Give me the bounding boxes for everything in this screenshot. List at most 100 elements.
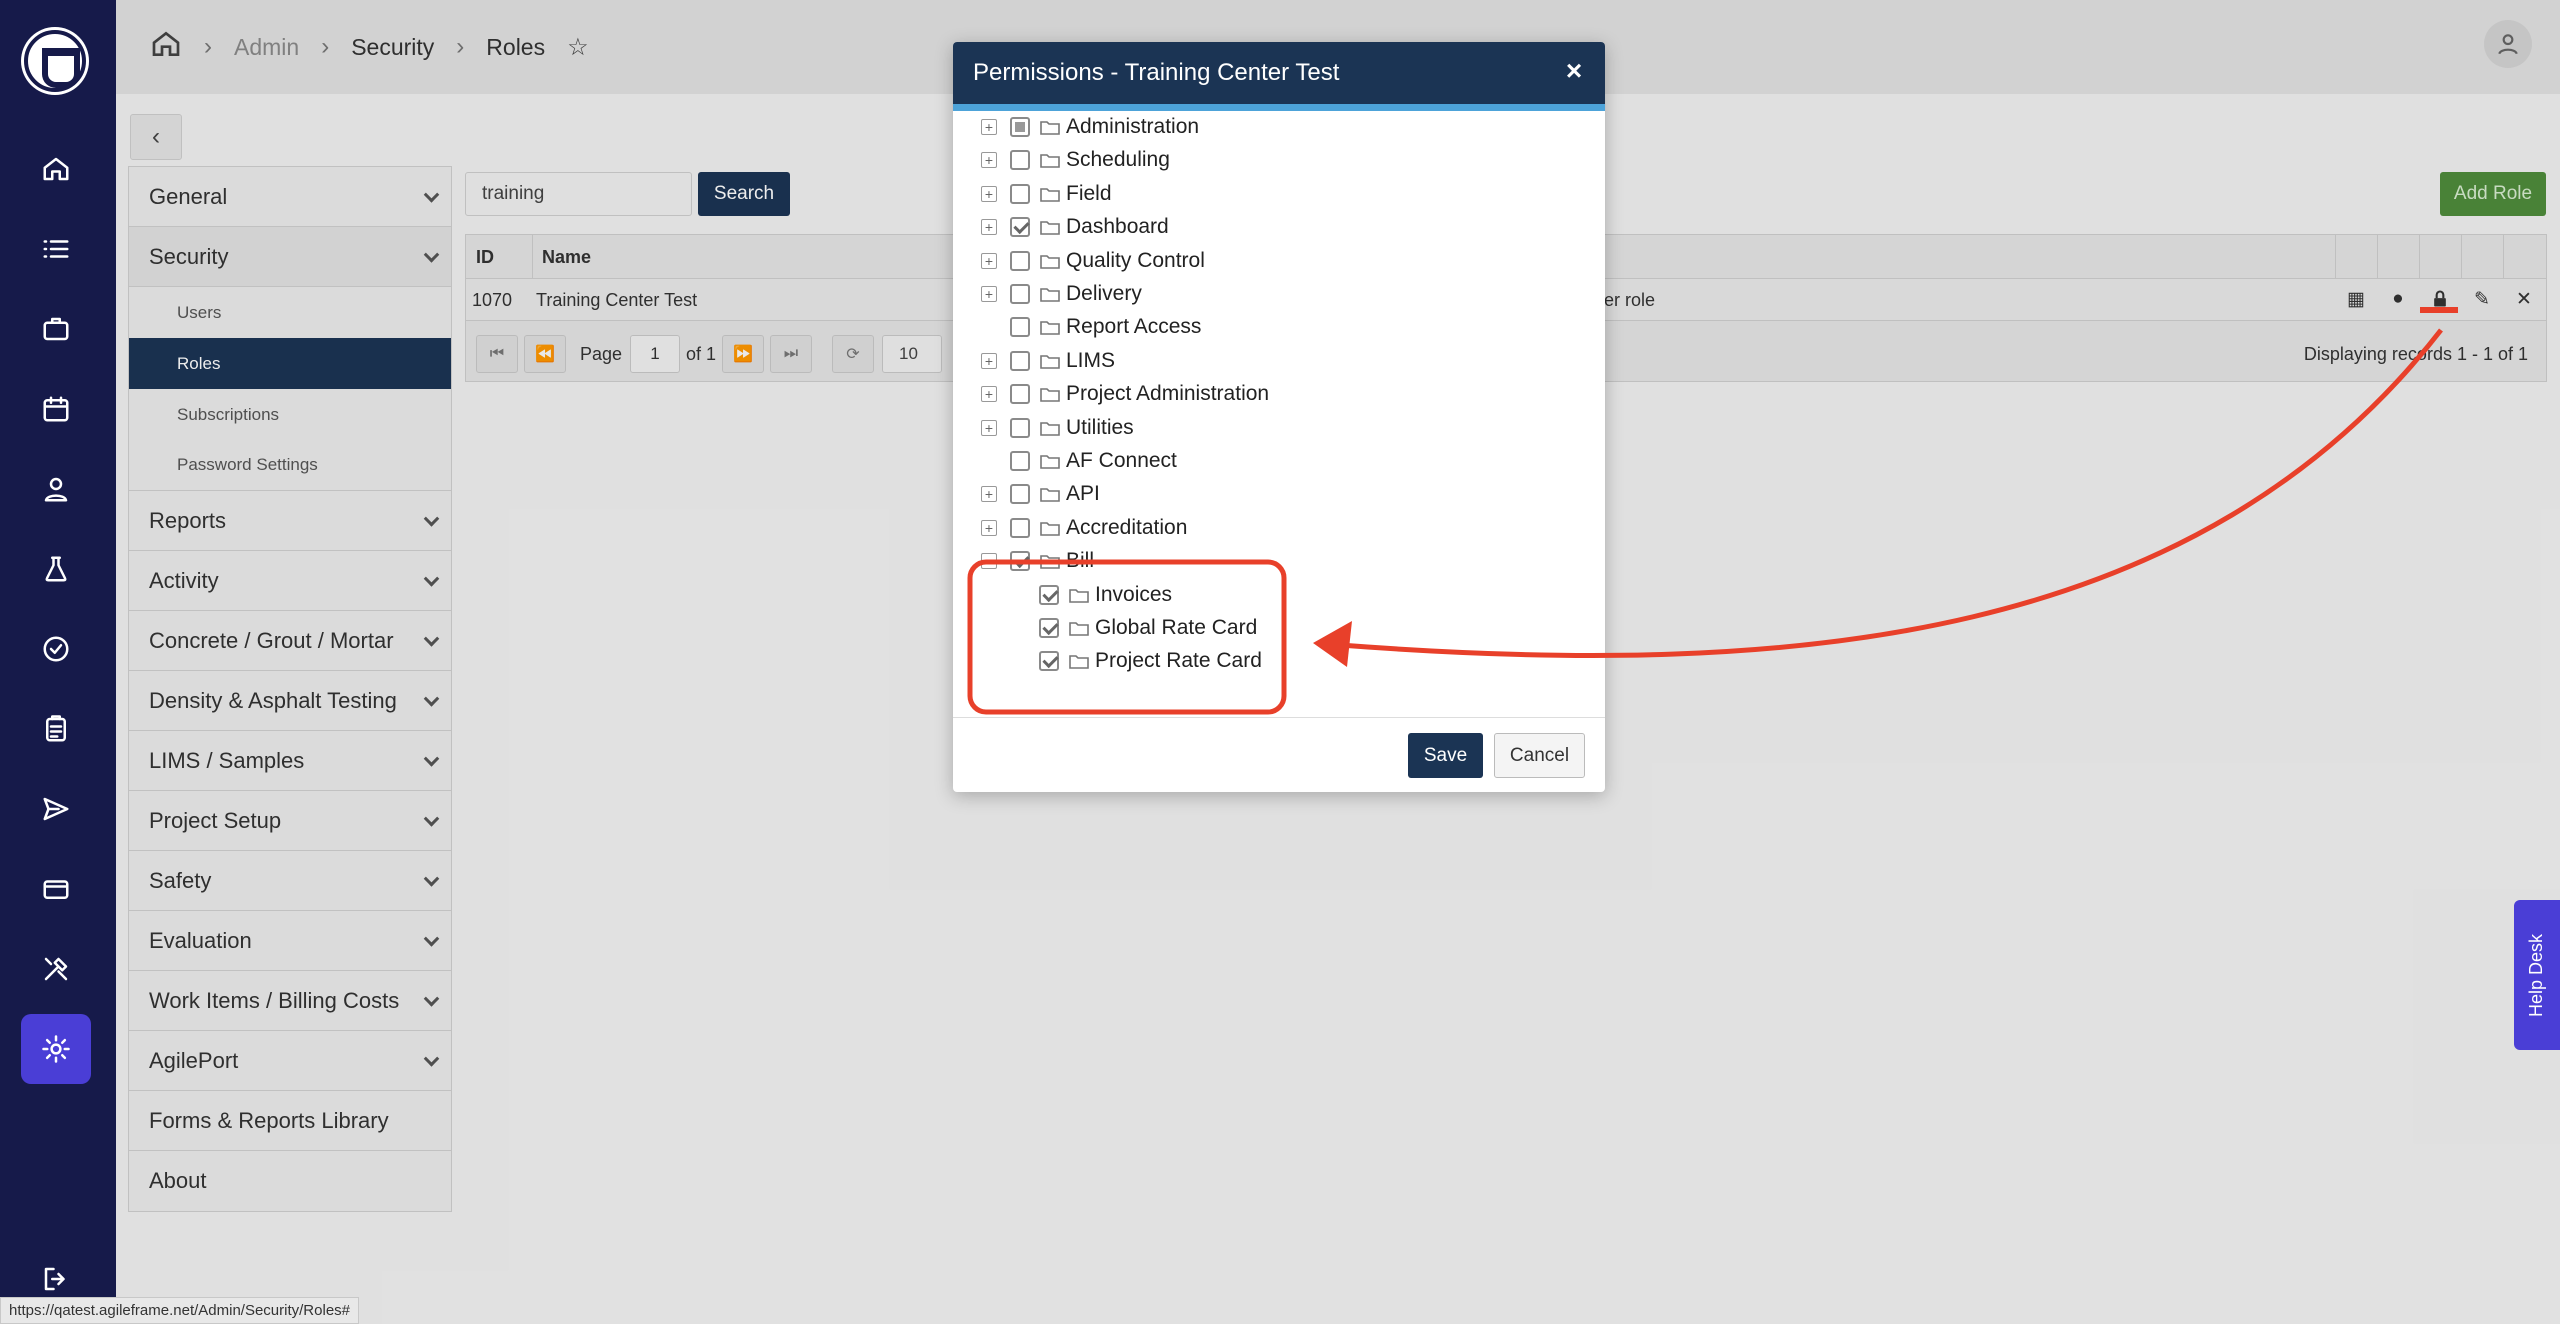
permission-checkbox[interactable] (1010, 417, 1030, 438)
permission-checkbox[interactable] (1039, 651, 1059, 672)
folder-icon (1040, 520, 1060, 536)
permission-label[interactable]: Field (1066, 182, 1112, 206)
folder-icon (1040, 420, 1060, 436)
permission-label[interactable]: Project Rate Card (1095, 649, 1262, 673)
permission-checkbox[interactable] (1010, 284, 1030, 304)
folder-icon (1040, 553, 1060, 569)
permission-label[interactable]: Utilities (1066, 416, 1134, 440)
list-icon[interactable] (21, 214, 91, 284)
flask-icon[interactable] (21, 534, 91, 604)
folder-icon (1040, 386, 1060, 402)
expand-icon[interactable]: + (981, 252, 997, 269)
permission-checkbox[interactable] (1010, 517, 1030, 538)
permissions-modal: Permissions - Training Center Test × + Ad… (953, 42, 1605, 792)
permission-node[interactable]: Global Rate Card (953, 612, 1605, 645)
expand-icon[interactable]: + (981, 386, 997, 403)
folder-icon (1040, 353, 1060, 369)
expand-icon[interactable]: + (981, 352, 997, 369)
permission-label[interactable]: LIMS (1066, 349, 1115, 373)
permission-node[interactable]: AF Connect (953, 445, 1605, 478)
permission-node[interactable]: + Quality Control (953, 245, 1605, 278)
folder-icon (1069, 653, 1089, 670)
permission-node[interactable]: Invoices (953, 579, 1605, 612)
expand-icon[interactable]: + (981, 286, 997, 302)
folder-icon (1040, 253, 1060, 269)
expand-icon[interactable]: + (981, 119, 997, 135)
credit-card-icon[interactable] (21, 854, 91, 924)
briefcase-icon[interactable] (21, 294, 91, 364)
permission-label[interactable]: Global Rate Card (1095, 616, 1257, 640)
app-logo[interactable] (24, 30, 86, 92)
permission-node[interactable]: + Dashboard (953, 211, 1605, 244)
status-bar-url: https://qatest.agileframe.net/Admin/Secu… (0, 1297, 360, 1324)
permission-label[interactable]: Report Access (1066, 315, 1201, 339)
permission-checkbox[interactable] (1039, 584, 1059, 605)
permission-label[interactable]: Delivery (1066, 282, 1142, 306)
help-desk-tab[interactable]: Help Desk (2514, 900, 2560, 1050)
permission-node[interactable]: + Delivery (953, 278, 1605, 311)
check-badge-icon[interactable] (21, 614, 91, 684)
expand-icon[interactable]: + (981, 152, 997, 169)
permission-checkbox[interactable] (1010, 350, 1030, 371)
permission-node[interactable]: + Administration (953, 111, 1605, 144)
permission-label[interactable]: Bill (1066, 549, 1094, 573)
permission-node[interactable]: + Accreditation (953, 512, 1605, 545)
permission-label[interactable]: Dashboard (1066, 215, 1169, 239)
permission-node[interactable]: + Field (953, 178, 1605, 211)
calendar-icon[interactable] (21, 374, 91, 444)
folder-icon (1040, 186, 1060, 202)
expand-icon[interactable]: + (981, 519, 997, 536)
permission-label[interactable]: API (1066, 482, 1100, 506)
permission-checkbox[interactable] (1010, 451, 1030, 471)
icon-rail (0, 0, 116, 1324)
tools-icon[interactable] (21, 934, 91, 1004)
expand-icon[interactable]: + (981, 419, 997, 436)
modal-title: Permissions - Training Center Test (973, 59, 1340, 86)
permission-checkbox[interactable] (1010, 551, 1030, 572)
modal-divider (953, 717, 1605, 718)
permission-checkbox[interactable] (1010, 183, 1030, 204)
close-icon[interactable]: × (1561, 57, 1587, 85)
permission-checkbox[interactable] (1010, 150, 1030, 171)
permission-node[interactable]: Project Rate Card (953, 645, 1605, 678)
permission-checkbox[interactable] (1010, 484, 1030, 505)
permission-label[interactable]: Administration (1066, 115, 1199, 139)
folder-icon (1040, 453, 1060, 469)
permission-node[interactable]: Report Access (953, 311, 1605, 344)
permission-label[interactable]: Quality Control (1066, 249, 1205, 273)
permission-node[interactable]: + Scheduling (953, 144, 1605, 177)
clipboard-icon[interactable] (21, 694, 91, 764)
permission-checkbox[interactable] (1010, 117, 1030, 137)
permission-node[interactable]: + Project Administration (953, 378, 1605, 411)
permission-checkbox[interactable] (1039, 618, 1059, 638)
send-icon[interactable] (21, 774, 91, 844)
permission-label[interactable]: Accreditation (1066, 516, 1187, 540)
folder-icon (1040, 286, 1060, 302)
permission-node[interactable]: + LIMS (953, 345, 1605, 378)
permission-checkbox[interactable] (1010, 250, 1030, 271)
expand-icon[interactable]: + (981, 185, 997, 202)
permission-checkbox[interactable] (1010, 384, 1030, 405)
expand-icon[interactable]: + (981, 486, 997, 503)
expand-icon[interactable]: + (981, 219, 997, 236)
permission-label[interactable]: Project Administration (1066, 382, 1269, 406)
permission-node[interactable]: − Bill (953, 545, 1605, 578)
home-icon[interactable] (21, 134, 91, 204)
permission-label[interactable]: Scheduling (1066, 148, 1170, 172)
cancel-button[interactable]: Cancel (1494, 733, 1585, 778)
help-desk-label: Help Desk (2526, 933, 2547, 1017)
gear-icon[interactable] (21, 1014, 91, 1084)
permission-checkbox[interactable] (1010, 317, 1030, 338)
permission-node[interactable]: + API (953, 478, 1605, 511)
folder-icon (1040, 152, 1060, 169)
permission-label[interactable]: Invoices (1095, 583, 1172, 607)
collapse-icon[interactable]: − (981, 553, 997, 570)
permission-label[interactable]: AF Connect (1066, 449, 1177, 473)
folder-icon (1040, 319, 1060, 336)
modal-header: Permissions - Training Center Test × (953, 42, 1605, 111)
save-button[interactable]: Save (1408, 733, 1483, 778)
folder-icon (1069, 587, 1089, 603)
permission-checkbox[interactable] (1010, 217, 1030, 238)
user-badge-icon[interactable] (21, 454, 91, 524)
permission-node[interactable]: + Utilities (953, 412, 1605, 445)
